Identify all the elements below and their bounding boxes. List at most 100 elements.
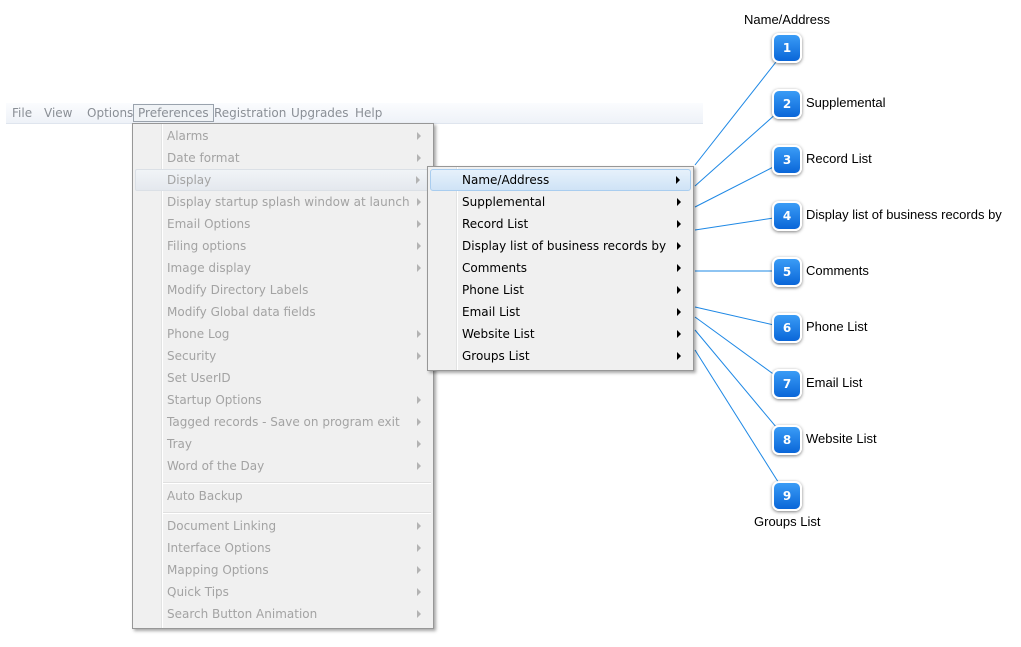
menu-item-interface-options[interactable]: Interface Options bbox=[135, 537, 431, 559]
callout-label-1: Name/Address bbox=[744, 12, 830, 27]
submenu-arrow-icon bbox=[677, 286, 681, 294]
submenu-arrow-icon bbox=[676, 176, 680, 184]
menu-item-label: Alarms bbox=[167, 129, 209, 143]
menu-item-email-options[interactable]: Email Options bbox=[135, 213, 431, 235]
menu-item-label: Tagged records - Save on program exit bbox=[167, 415, 400, 429]
menu-item-label: Website List bbox=[462, 327, 535, 341]
submenu-item-website-list[interactable]: Website List bbox=[430, 323, 691, 345]
submenu-item-comments[interactable]: Comments bbox=[430, 257, 691, 279]
menu-item-label: Startup Options bbox=[167, 393, 262, 407]
menu-view[interactable]: View bbox=[40, 105, 76, 121]
menu-file[interactable]: File bbox=[8, 105, 36, 121]
menu-item-label: Filing options bbox=[167, 239, 247, 253]
menu-item-auto-backup[interactable]: Auto Backup bbox=[135, 485, 431, 507]
menu-item-tray[interactable]: Tray bbox=[135, 433, 431, 455]
menu-item-image-display[interactable]: Image display bbox=[135, 257, 431, 279]
submenu-arrow-icon bbox=[417, 544, 421, 552]
display-submenu: Name/Address Supplemental Record List Di… bbox=[427, 166, 694, 371]
menu-item-label: Email List bbox=[462, 305, 521, 319]
menu-item-modify-directory-labels[interactable]: Modify Directory Labels bbox=[135, 279, 431, 301]
callout-label-9: Groups List bbox=[754, 514, 821, 529]
submenu-arrow-icon bbox=[677, 264, 681, 272]
menu-item-label: Auto Backup bbox=[167, 489, 243, 503]
menu-item-display[interactable]: Display bbox=[135, 169, 431, 191]
callout-label-8: Website List bbox=[806, 431, 877, 446]
submenu-arrow-icon bbox=[417, 440, 421, 448]
menu-item-label: Interface Options bbox=[167, 541, 271, 555]
callout-label-2: Supplemental bbox=[806, 95, 886, 110]
menu-item-label: Date format bbox=[167, 151, 240, 165]
submenu-arrow-icon bbox=[417, 522, 421, 530]
menu-help[interactable]: Help bbox=[351, 105, 386, 121]
submenu-arrow-icon bbox=[677, 198, 681, 206]
menu-item-document-linking[interactable]: Document Linking bbox=[135, 515, 431, 537]
menu-item-label: Security bbox=[167, 349, 217, 363]
submenu-item-record-list[interactable]: Record List bbox=[430, 213, 691, 235]
menu-item-label: Quick Tips bbox=[167, 585, 229, 599]
submenu-arrow-icon bbox=[417, 396, 421, 404]
callout-badge-1: 1 bbox=[772, 33, 802, 63]
submenu-arrow-icon bbox=[417, 264, 421, 272]
callout-label-5: Comments bbox=[806, 263, 869, 278]
callout-badge-2: 2 bbox=[772, 89, 802, 119]
menu-item-filing-options[interactable]: Filing options bbox=[135, 235, 431, 257]
submenu-arrow-icon bbox=[417, 418, 421, 426]
menu-options[interactable]: Options bbox=[83, 105, 137, 121]
submenu-arrow-icon bbox=[417, 132, 421, 140]
callout-badge-9: 9 bbox=[772, 481, 802, 511]
menu-item-mapping-options[interactable]: Mapping Options bbox=[135, 559, 431, 581]
submenu-arrow-icon bbox=[677, 352, 681, 360]
submenu-item-groups-list[interactable]: Groups List bbox=[430, 345, 691, 367]
menu-item-quick-tips[interactable]: Quick Tips bbox=[135, 581, 431, 603]
callout-badge-8: 8 bbox=[772, 425, 802, 455]
menu-item-display-startup-splash[interactable]: Display startup splash window at launch bbox=[135, 191, 431, 213]
callout-label-6: Phone List bbox=[806, 319, 868, 334]
menu-item-label: Groups List bbox=[462, 349, 530, 363]
submenu-item-email-list[interactable]: Email List bbox=[430, 301, 691, 323]
submenu-item-display-list-business-records[interactable]: Display list of business records by bbox=[430, 235, 691, 257]
submenu-item-phone-list[interactable]: Phone List bbox=[430, 279, 691, 301]
callout-badge-4: 4 bbox=[772, 201, 802, 231]
menu-item-modify-global-data-fields[interactable]: Modify Global data fields bbox=[135, 301, 431, 323]
menu-item-label: Display list of business records by bbox=[462, 239, 667, 253]
menu-item-label: Name/Address bbox=[462, 173, 550, 187]
menu-item-tagged-records[interactable]: Tagged records - Save on program exit bbox=[135, 411, 431, 433]
menu-preferences[interactable]: Preferences bbox=[133, 104, 214, 122]
callout-badge-5: 5 bbox=[772, 257, 802, 287]
menu-item-label: Document Linking bbox=[167, 519, 277, 533]
menu-item-security[interactable]: Security bbox=[135, 345, 431, 367]
menu-item-phone-log[interactable]: Phone Log bbox=[135, 323, 431, 345]
submenu-arrow-icon bbox=[417, 330, 421, 338]
menu-item-label: Comments bbox=[462, 261, 528, 275]
menu-item-search-button-animation[interactable]: Search Button Animation bbox=[135, 603, 431, 625]
callout-label-3: Record List bbox=[806, 151, 872, 166]
menu-item-label: Word of the Day bbox=[167, 459, 265, 473]
menu-item-alarms[interactable]: Alarms bbox=[135, 125, 431, 147]
callout-label-7: Email List bbox=[806, 375, 863, 390]
submenu-item-name-address[interactable]: Name/Address bbox=[430, 169, 691, 191]
submenu-arrow-icon bbox=[417, 352, 421, 360]
menu-item-label: Set UserID bbox=[167, 371, 231, 385]
menu-item-label: Modify Global data fields bbox=[167, 305, 316, 319]
submenu-arrow-icon bbox=[417, 242, 421, 250]
submenu-arrow-icon bbox=[417, 462, 421, 470]
menu-upgrades[interactable]: Upgrades bbox=[287, 105, 353, 121]
menu-separator bbox=[163, 512, 431, 514]
menu-registration[interactable]: Registration bbox=[210, 105, 290, 121]
menu-item-startup-options[interactable]: Startup Options bbox=[135, 389, 431, 411]
submenu-item-supplemental[interactable]: Supplemental bbox=[430, 191, 691, 213]
menu-item-label: Mapping Options bbox=[167, 563, 269, 577]
preferences-dropdown-menu: Alarms Date format Display Display start… bbox=[132, 123, 434, 629]
menu-bar: File View Options Preferences Registrati… bbox=[6, 103, 703, 124]
menu-item-set-userid[interactable]: Set UserID bbox=[135, 367, 431, 389]
menu-item-word-of-the-day[interactable]: Word of the Day bbox=[135, 455, 431, 477]
menu-item-label: Email Options bbox=[167, 217, 251, 231]
menu-item-label: Phone Log bbox=[167, 327, 230, 341]
submenu-arrow-icon bbox=[677, 330, 681, 338]
submenu-arrow-icon bbox=[417, 566, 421, 574]
submenu-arrow-icon bbox=[417, 588, 421, 596]
submenu-arrow-icon bbox=[416, 176, 420, 184]
menu-item-date-format[interactable]: Date format bbox=[135, 147, 431, 169]
submenu-arrow-icon bbox=[677, 242, 681, 250]
callout-badge-3: 3 bbox=[772, 145, 802, 175]
